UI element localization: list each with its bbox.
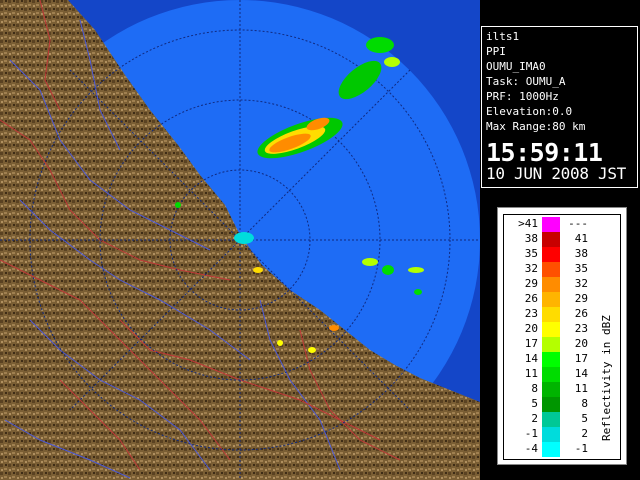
legend-lower-bound: 23 bbox=[524, 307, 538, 320]
legend-swatch bbox=[542, 412, 560, 427]
legend-upper-bound: --- bbox=[568, 217, 588, 230]
legend-upper-bound: 2 bbox=[581, 427, 588, 440]
product-name: OUMU_IMA0 bbox=[486, 60, 546, 73]
scan-time: 15:59:11 bbox=[486, 138, 603, 167]
legend-upper-bound: 29 bbox=[574, 292, 588, 305]
legend-frame: >41 --- 38 41 35 38 32 35 29 32 26 29 23 26 20 23 17 20 14… bbox=[503, 214, 621, 460]
legend-upper-bound: 38 bbox=[574, 247, 588, 260]
legend-lower-bound: >41 bbox=[518, 217, 538, 230]
legend-lower-bound: 29 bbox=[524, 277, 538, 290]
legend-row: -4 -1 bbox=[504, 442, 590, 457]
legend-upper-bound: 8 bbox=[581, 397, 588, 410]
legend-upper-bound: 26 bbox=[574, 307, 588, 320]
legend-upper-bound: 20 bbox=[574, 337, 588, 350]
legend-lower-bound: 8 bbox=[531, 382, 538, 395]
legend-lower-bound: 5 bbox=[531, 397, 538, 410]
legend-row: 26 29 bbox=[504, 292, 590, 307]
legend-lower-bound: 35 bbox=[524, 247, 538, 260]
legend-lower-bound: 17 bbox=[524, 337, 538, 350]
legend-row: 58 bbox=[504, 397, 590, 412]
radar-ppi-map bbox=[0, 0, 480, 480]
legend-row: 29 32 bbox=[504, 277, 590, 292]
legend-swatch bbox=[542, 307, 560, 322]
legend-lower-bound: 32 bbox=[524, 262, 538, 275]
legend-swatch bbox=[542, 247, 560, 262]
legend-swatch bbox=[542, 322, 560, 337]
legend-upper-bound: 14 bbox=[574, 367, 588, 380]
legend-swatch bbox=[542, 262, 560, 277]
legend-swatch bbox=[542, 352, 560, 367]
legend-swatch bbox=[542, 397, 560, 412]
legend-row: 20 23 bbox=[504, 322, 590, 337]
legend-upper-bound: 23 bbox=[574, 322, 588, 335]
legend-upper-bound: 11 bbox=[574, 382, 588, 395]
legend-lower-bound: 20 bbox=[524, 322, 538, 335]
scan-date: 10 JUN 2008 JST bbox=[486, 164, 626, 183]
legend-lower-bound: 38 bbox=[524, 232, 538, 245]
legend-row: 14 17 bbox=[504, 352, 590, 367]
legend-row: 17 20 bbox=[504, 337, 590, 352]
legend-swatch bbox=[542, 337, 560, 352]
site-name: ilts1 bbox=[486, 30, 520, 43]
legend-upper-bound: 5 bbox=[581, 412, 588, 425]
legend-row: 8 11 bbox=[504, 382, 590, 397]
legend-row: 32 35 bbox=[504, 262, 590, 277]
legend-upper-bound: -1 bbox=[574, 442, 588, 455]
legend-row: >41 --- bbox=[504, 217, 590, 232]
legend-row: -1 2 bbox=[504, 427, 590, 442]
legend-row: 11 14 bbox=[504, 367, 590, 382]
max-range-value: Max Range:80 km bbox=[486, 120, 586, 133]
legend-upper-bound: 41 bbox=[574, 232, 588, 245]
legend-swatch bbox=[542, 367, 560, 382]
legend-row: 23 26 bbox=[504, 307, 590, 322]
legend-swatch bbox=[542, 217, 560, 232]
legend-upper-bound: 17 bbox=[574, 352, 588, 365]
legend-lower-bound: 11 bbox=[524, 367, 538, 380]
legend-lower-bound: 14 bbox=[524, 352, 538, 365]
legend-swatch bbox=[542, 427, 560, 442]
legend-swatch bbox=[542, 232, 560, 247]
legend-row: 38 41 bbox=[504, 232, 590, 247]
elevation-value: Elevation:0.0 bbox=[486, 105, 573, 118]
legend-swatch bbox=[542, 292, 560, 307]
color-legend: >41 --- 38 41 35 38 32 35 29 32 26 29 23 26 20 23 17 20 14… bbox=[497, 207, 627, 465]
legend-upper-bound: 35 bbox=[574, 262, 588, 275]
legend-row: 25 bbox=[504, 412, 590, 427]
legend-lower-bound: -1 bbox=[524, 427, 538, 440]
legend-title: Reflectivity in dBZ bbox=[600, 315, 613, 441]
legend-row: 35 38 bbox=[504, 247, 590, 262]
legend-lower-bound: 26 bbox=[524, 292, 538, 305]
legend-lower-bound: -4 bbox=[524, 442, 538, 455]
radar-display: ilts1 PPI OUMU_IMA0 Task: OUMU_A PRF: 10… bbox=[0, 0, 640, 480]
task-name: Task: OUMU_A bbox=[486, 75, 566, 88]
radar-info-panel: ilts1 PPI OUMU_IMA0 Task: OUMU_A PRF: 10… bbox=[481, 26, 638, 188]
legend-swatch bbox=[542, 277, 560, 292]
prf-value: PRF: 1000Hz bbox=[486, 90, 559, 103]
legend-swatch bbox=[542, 442, 560, 457]
legend-upper-bound: 32 bbox=[574, 277, 588, 290]
legend-lower-bound: 2 bbox=[531, 412, 538, 425]
legend-swatch bbox=[542, 382, 560, 397]
scan-mode: PPI bbox=[486, 45, 506, 58]
